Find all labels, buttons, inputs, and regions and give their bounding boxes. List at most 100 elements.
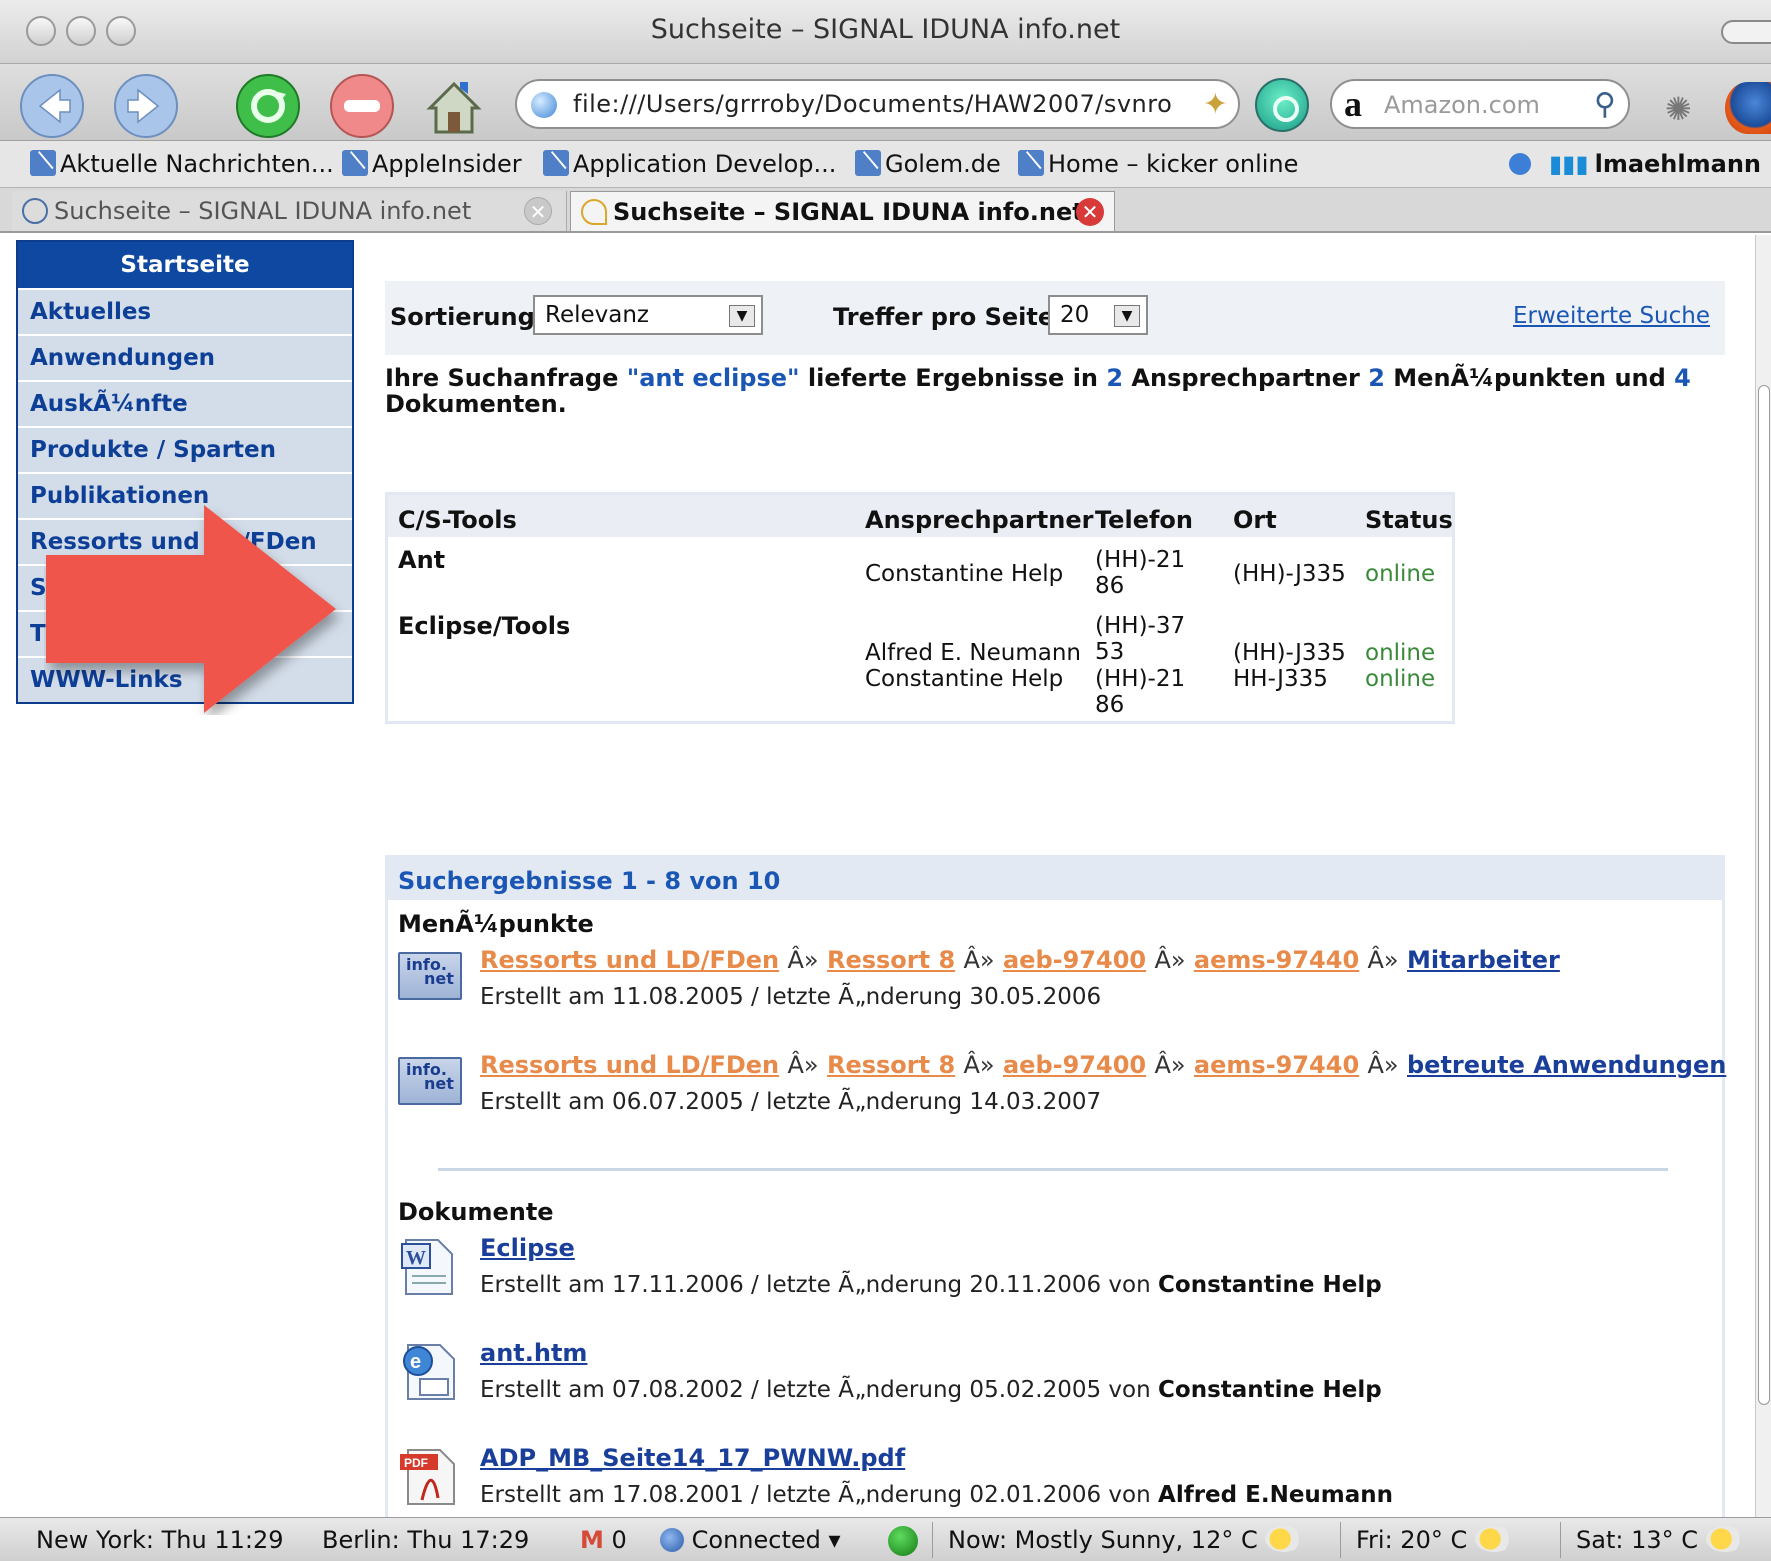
weather-now[interactable]: Now: Mostly Sunny, 12° C <box>948 1526 1304 1554</box>
breadcrumb-link[interactable]: Ressort 8 <box>827 1051 955 1079</box>
per-page-value: 20 <box>1060 302 1090 328</box>
bookmark-item[interactable]: Aktuelle Nachrichten... <box>30 150 334 178</box>
gmail-icon: M <box>580 1526 604 1554</box>
svg-text:e: e <box>410 1351 421 1373</box>
breadcrumb-link[interactable]: Ressorts und LD/FDen <box>480 1051 779 1079</box>
advanced-search-link[interactable]: Erweiterte Suche <box>1513 303 1710 329</box>
bookmark-star-icon[interactable]: ✦ <box>1203 87 1228 122</box>
doc-link-eclipse[interactable]: Eclipse <box>480 1234 575 1262</box>
breadcrumb: Ressorts und LD/FDen Â» Ressort 8 Â» aeb… <box>480 946 1560 974</box>
close-tab-icon[interactable]: ✕ <box>524 197 552 225</box>
section-divider <box>438 1168 1668 1171</box>
result-link[interactable]: betreute Anwendungen <box>1407 1051 1726 1079</box>
search-icon[interactable]: ⚲ <box>1594 87 1616 122</box>
go-button[interactable] <box>1255 78 1309 132</box>
contact-place: HH-J335 <box>1233 666 1328 692</box>
result-meta: Erstellt am 17.11.2006 / letzte Ã„nderun… <box>480 1272 1382 1298</box>
bookmark-item[interactable]: AppleInsider <box>342 150 522 178</box>
chevron-down-icon: ▾ <box>828 1526 841 1554</box>
doc-link-pdf[interactable]: ADP_MB_Seite14_17_PWNW.pdf <box>480 1444 905 1472</box>
sidebar-item-startseite[interactable]: Startseite <box>18 242 352 288</box>
breadcrumb-link[interactable]: Ressorts und LD/FDen <box>480 946 779 974</box>
sidebar-item-produkte[interactable]: Produkte / Sparten <box>18 426 352 472</box>
sidebar-item-anwendungen[interactable]: Anwendungen <box>18 334 352 380</box>
back-button[interactable] <box>18 72 86 140</box>
tool-name: Eclipse/Tools <box>398 612 571 640</box>
list-item: W Eclipse Erstellt am 17.11.2006 / letzt… <box>398 1234 1698 1304</box>
window-title: Suchseite – SIGNAL IDUNA info.net <box>650 14 1121 45</box>
activity-spinner-icon: ✺ <box>1665 90 1692 128</box>
green-status-icon <box>888 1526 918 1556</box>
amazon-search-box[interactable]: a Amazon.com ⚲ <box>1330 79 1630 129</box>
status-separator <box>1340 1522 1341 1558</box>
contacts-count[interactable]: 2 <box>1106 364 1123 392</box>
sort-bar: Sortierung Relevanz ▼ Treffer pro Seite … <box>385 281 1725 355</box>
tab-inactive[interactable]: Suchseite – SIGNAL IDUNA info.net ✕ <box>12 191 567 231</box>
result-link[interactable]: Mitarbeiter <box>1407 946 1560 974</box>
close-tab-icon[interactable]: ✕ <box>1076 198 1104 226</box>
stop-button[interactable] <box>328 72 396 140</box>
reload-button[interactable] <box>234 72 302 140</box>
clock-new-york: New York: Thu 11:29 <box>36 1526 284 1554</box>
result-meta: Erstellt am 11.08.2005 / letzte Ã„nderun… <box>480 984 1102 1010</box>
rss-feed-icon <box>342 150 368 176</box>
home-button[interactable] <box>420 72 488 140</box>
site-favicon-icon <box>22 198 48 224</box>
per-page-select[interactable]: 20 ▼ <box>1048 295 1148 335</box>
col-header-person: Ansprechpartner <box>865 506 1094 534</box>
menu-section-title: MenÃ¼punkte <box>398 910 594 938</box>
contacts-table: C/S-Tools Ansprechpartner Telefon Ort St… <box>385 492 1455 724</box>
partly-sunny-icon <box>1705 1526 1744 1552</box>
url-bar[interactable]: file:///Users/grrroby/Documents/HAW2007/… <box>515 79 1240 129</box>
sidebar-item-aktuelles[interactable]: Aktuelles <box>18 288 352 334</box>
docs-count[interactable]: 4 <box>1674 364 1691 392</box>
pdf-doc-icon: PDF <box>400 1449 455 1505</box>
list-item: info. net Ressorts und LD/FDen Â» Ressort… <box>398 1051 1726 1121</box>
reload-icon <box>236 74 300 138</box>
scrollbar-thumb[interactable] <box>1758 385 1770 1405</box>
amazon-icon: a <box>1344 84 1362 124</box>
contact-person[interactable]: Alfred E. Neumann <box>865 640 1081 666</box>
contact-person[interactable]: Constantine Help <box>865 666 1063 692</box>
status-indicator <box>888 1526 918 1556</box>
weather-fri[interactable]: Fri: 20° C <box>1356 1526 1513 1554</box>
bookmark-item-user[interactable]: ▮▮▮ lmaehlmann <box>1508 150 1761 178</box>
breadcrumb-link[interactable]: Ressort 8 <box>827 946 955 974</box>
contact-place: (HH)-J335 <box>1233 640 1346 666</box>
sidebar-item-auskuenfte[interactable]: AuskÃ¼nfte <box>18 380 352 426</box>
connection-status[interactable]: Connected ▾ <box>660 1526 841 1554</box>
doc-author: Constantine Help <box>1158 1377 1382 1403</box>
doc-link-ant[interactable]: ant.htm <box>480 1339 587 1367</box>
breadcrumb: Ressorts und LD/FDen Â» Ressort 8 Â» aeb… <box>480 1051 1727 1079</box>
url-text[interactable]: file:///Users/grrroby/Documents/HAW2007/… <box>573 90 1172 118</box>
forward-arrow-icon <box>114 74 178 138</box>
toolbar-toggle-button[interactable] <box>1721 20 1771 44</box>
search-placeholder[interactable]: Amazon.com <box>1384 91 1540 119</box>
bookmark-item[interactable]: Golem.de <box>855 150 1001 178</box>
menu-count[interactable]: 2 <box>1368 364 1385 392</box>
chevron-down-icon: ▼ <box>729 305 755 327</box>
bookmark-item[interactable]: Application Develop... <box>543 150 836 178</box>
globe-icon <box>531 92 557 118</box>
breadcrumb-link[interactable]: aeb-97400 <box>1003 946 1146 974</box>
rss-feed-icon <box>543 150 569 176</box>
partly-sunny-icon <box>1265 1526 1304 1552</box>
forward-button[interactable] <box>112 72 180 140</box>
contact-phone: (HH)-21 86 <box>1095 666 1186 718</box>
mail-indicator[interactable]: M 0 <box>580 1526 627 1554</box>
sort-select[interactable]: Relevanz ▼ <box>533 295 763 335</box>
contact-phone: (HH)-21 86 <box>1095 547 1186 599</box>
infonet-page-icon: info. net <box>398 1057 462 1105</box>
contact-person[interactable]: Constantine Help <box>865 561 1063 587</box>
loading-favicon-icon <box>581 199 607 225</box>
vertical-scrollbar[interactable] <box>1755 235 1771 1517</box>
status-separator <box>932 1522 933 1558</box>
tool-name: Ant <box>398 546 446 574</box>
weather-sat[interactable]: Sat: 13° C <box>1576 1526 1744 1554</box>
breadcrumb-link[interactable]: aems-97440 <box>1194 946 1359 974</box>
tab-active[interactable]: Suchseite – SIGNAL IDUNA info.net ✕ <box>570 191 1115 231</box>
breadcrumb-link[interactable]: aeb-97400 <box>1003 1051 1146 1079</box>
bookmark-item[interactable]: Home – kicker online <box>1018 150 1298 178</box>
doc-author: Alfred E.Neumann <box>1158 1482 1394 1508</box>
breadcrumb-link[interactable]: aems-97440 <box>1194 1051 1359 1079</box>
